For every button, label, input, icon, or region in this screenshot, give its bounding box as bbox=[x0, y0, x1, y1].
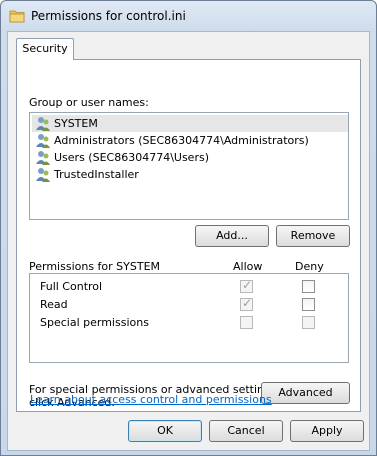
cancel-button[interactable]: Cancel bbox=[209, 420, 283, 442]
permission-row-read: Read ✓ bbox=[30, 296, 348, 314]
user-name: SYSTEM bbox=[54, 117, 98, 130]
permission-row-special: Special permissions bbox=[30, 314, 348, 332]
window-title: Permissions for control.ini bbox=[31, 9, 186, 23]
tab-security-label: Security bbox=[22, 42, 68, 55]
list-item-users[interactable]: Users (SEC86304774\Users) bbox=[32, 149, 348, 166]
allow-checkbox[interactable]: ✓ bbox=[240, 296, 253, 311]
learn-more-link[interactable]: Learn about access control and permissio… bbox=[30, 393, 272, 406]
user-name: Administrators (SEC86304774\Administrato… bbox=[54, 134, 309, 147]
permission-row-full-control: Full Control ✓ bbox=[30, 278, 348, 296]
allow-column-header: Allow bbox=[233, 260, 263, 273]
allow-checkbox[interactable]: ✓ bbox=[240, 278, 253, 293]
security-tab-panel: Group or user names: SYSTEM Administrato… bbox=[16, 59, 361, 412]
checkmark-icon: ✓ bbox=[242, 278, 253, 292]
title-bar[interactable]: Permissions for control.ini bbox=[1, 1, 376, 31]
permission-name: Special permissions bbox=[40, 316, 149, 329]
permission-name: Full Control bbox=[40, 280, 103, 293]
user-list[interactable]: SYSTEM Administrators (SEC86304774\Admin… bbox=[29, 112, 349, 220]
permissions-header: Permissions for SYSTEM bbox=[29, 260, 161, 273]
deny-checkbox[interactable] bbox=[302, 280, 315, 293]
user-name: TrustedInstaller bbox=[54, 168, 139, 181]
users-group-icon bbox=[36, 117, 50, 131]
deny-column-header: Deny bbox=[295, 260, 324, 273]
add-button[interactable]: Add... bbox=[195, 225, 269, 247]
list-item-system[interactable]: SYSTEM bbox=[32, 115, 348, 132]
ok-button[interactable]: OK bbox=[128, 420, 202, 442]
advanced-button[interactable]: Advanced bbox=[261, 382, 350, 404]
user-name: Users (SEC86304774\Users) bbox=[54, 151, 209, 164]
folder-icon bbox=[9, 10, 25, 23]
users-group-icon bbox=[36, 134, 50, 148]
remove-button[interactable]: Remove bbox=[276, 225, 350, 247]
users-label: Group or user names: bbox=[29, 96, 149, 109]
deny-checkbox[interactable] bbox=[302, 298, 315, 311]
permissions-table: Full Control ✓ Read ✓ Special permission… bbox=[29, 273, 349, 363]
dialog-body: Security Group or user names: SYSTEM Adm… bbox=[7, 31, 370, 451]
permissions-dialog: Permissions for control.ini Security Gro… bbox=[0, 0, 377, 456]
list-item-trustedinstaller[interactable]: TrustedInstaller bbox=[32, 166, 348, 183]
users-group-icon bbox=[36, 151, 50, 165]
deny-checkbox[interactable] bbox=[302, 316, 315, 329]
permission-name: Read bbox=[40, 298, 68, 311]
tab-security[interactable]: Security bbox=[16, 38, 74, 60]
apply-button[interactable]: Apply bbox=[290, 420, 364, 442]
checkmark-icon: ✓ bbox=[242, 296, 253, 310]
allow-checkbox[interactable] bbox=[240, 316, 253, 329]
list-item-administrators[interactable]: Administrators (SEC86304774\Administrato… bbox=[32, 132, 348, 149]
users-group-icon bbox=[36, 168, 50, 182]
